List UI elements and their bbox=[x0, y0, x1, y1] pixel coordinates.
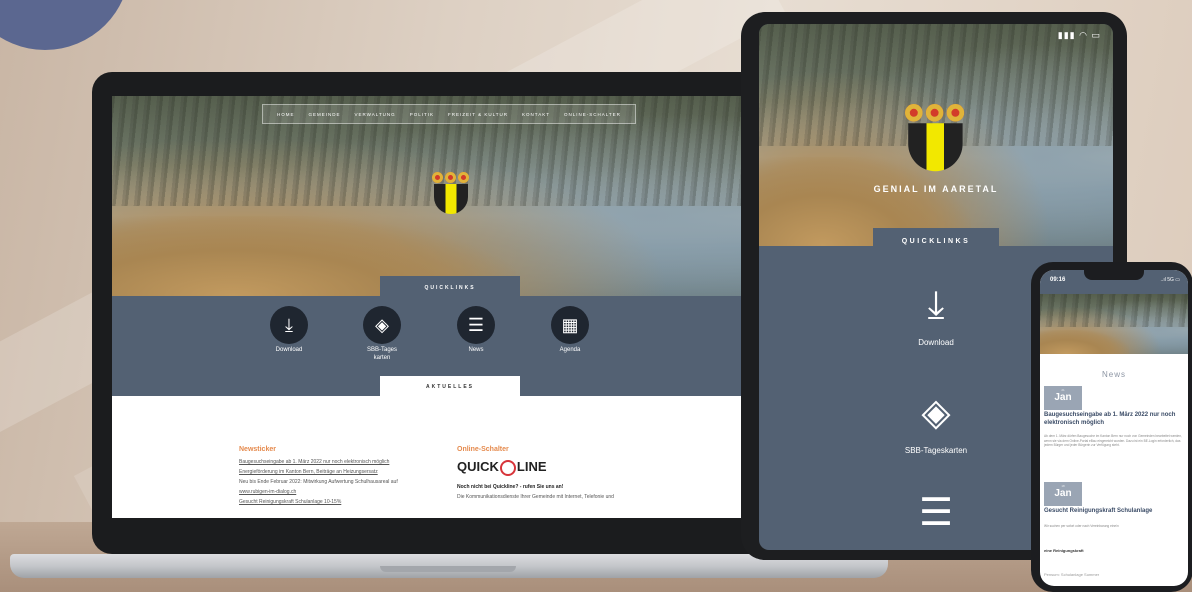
logo-text-left: QUICK bbox=[457, 459, 499, 474]
date-badge: 21 Jan bbox=[1044, 386, 1082, 410]
news-heading: News bbox=[1101, 370, 1126, 379]
logo-text-right: LINE bbox=[516, 459, 547, 474]
news-item-text: Ab dem 1. März dürfen Baugesuche im Kant… bbox=[1044, 434, 1182, 448]
newsticker-title: Newsticker bbox=[239, 446, 276, 453]
job-detail: Pensum: Schulanlage Summer bbox=[1044, 572, 1100, 577]
phone-screen: 09:16 ..ıl 5G ▭ News 21 Jan Baugesuchsei… bbox=[1040, 270, 1188, 586]
quicklink-label: Agenda bbox=[559, 347, 581, 353]
news-link[interactable]: Baugesuchseingabe ab 1. März 2022 nur no… bbox=[239, 459, 398, 465]
quicklink-agenda[interactable]: ▦ Agenda bbox=[545, 306, 595, 355]
date-month: Jan bbox=[1054, 488, 1072, 499]
hero-image bbox=[1040, 294, 1188, 354]
quicklink-news[interactable]: ☰ News bbox=[451, 306, 501, 355]
aktuelles-tab: AKTUELLES bbox=[380, 376, 520, 398]
quicklinks-tab: QUICKLINKS bbox=[873, 228, 999, 254]
decor-circle bbox=[0, 0, 130, 50]
status-bar: ▮▮▮ ◠ ▭ bbox=[1057, 30, 1101, 40]
slogan: GENIAL IM AARETAL bbox=[873, 184, 999, 194]
date-month: Jan bbox=[1054, 392, 1072, 403]
download-icon: ⤓ bbox=[270, 306, 308, 344]
date-day: 21 bbox=[1061, 388, 1065, 392]
news-link[interactable]: www.rubigen-im-dialog.ch bbox=[239, 489, 398, 495]
aktuelles-section bbox=[112, 396, 786, 518]
job-title: eine Reinigungskraft bbox=[1044, 548, 1084, 553]
news-item-title[interactable]: Gesucht Reinigungskraft Schulanlage bbox=[1044, 508, 1184, 516]
news-item-title[interactable]: Baugesuchseingabe ab 1. März 2022 nur no… bbox=[1044, 412, 1184, 428]
nav-item-gemeinde[interactable]: GEMEINDE bbox=[309, 112, 341, 117]
quicklink-label: SBB-Tageskarten bbox=[367, 347, 398, 361]
ticket-icon: ◈ bbox=[363, 306, 401, 344]
quicklink-download[interactable]: ⤓ Download bbox=[264, 306, 314, 355]
date-badge: 18 Jan bbox=[1044, 482, 1082, 506]
list-icon: ☰ bbox=[457, 306, 495, 344]
crest-logo[interactable] bbox=[432, 172, 469, 214]
laptop-opening-notch bbox=[380, 566, 516, 572]
laptop-screen: HOME GEMEINDE VERWALTUNG POLITIK FREIZEI… bbox=[112, 96, 786, 518]
main-navigation: HOME GEMEINDE VERWALTUNG POLITIK FREIZEI… bbox=[262, 104, 636, 124]
signal-indicator: ..ıl 5G ▭ bbox=[1160, 277, 1180, 283]
news-link[interactable]: Energieförderung im Kanton Bern, Beiträg… bbox=[239, 469, 398, 475]
news-link[interactable]: Gesucht Reinigungskraft Schulanlage 10-1… bbox=[239, 499, 398, 505]
quicklink-sbb-tageskarten[interactable]: ◈ SBB-Tageskarten bbox=[357, 306, 407, 363]
nav-item-verwaltung[interactable]: VERWALTUNG bbox=[355, 112, 396, 117]
quicklink-label: News bbox=[468, 347, 484, 353]
online-schalter-column: Online-Schalter QUICK LINE Noch nicht bei… bbox=[457, 446, 614, 504]
clock: 09:16 bbox=[1050, 277, 1066, 283]
nav-item-online-schalter[interactable]: ONLINE-SCHALTER bbox=[564, 112, 621, 117]
online-schalter-title: Online-Schalter bbox=[457, 446, 509, 453]
quicklinks-tab: QUICKLINKS bbox=[380, 276, 520, 300]
news-item-text: Wir suchen per sofort oder nach Vereinba… bbox=[1044, 524, 1119, 528]
quicklink-label: Download bbox=[275, 347, 303, 353]
quickline-logo[interactable]: QUICK LINE bbox=[457, 459, 614, 476]
nav-item-home[interactable]: HOME bbox=[277, 112, 295, 117]
nav-item-kontakt[interactable]: KONTAKT bbox=[522, 112, 550, 117]
newsticker-column: Newsticker Baugesuchseingabe ab 1. März … bbox=[239, 446, 398, 509]
news-text: Neu bis Ende Februar 2022: Mitwirkung Au… bbox=[239, 479, 398, 485]
nav-item-politik[interactable]: POLITIK bbox=[410, 112, 434, 117]
date-day: 18 bbox=[1061, 484, 1065, 488]
phone-notch bbox=[1084, 270, 1144, 280]
quickline-heading: Noch nicht bei Quickline? - rufen Sie un… bbox=[457, 483, 564, 490]
calendar-icon: ▦ bbox=[551, 306, 589, 344]
crest-logo[interactable] bbox=[905, 104, 965, 172]
quickline-text: Die Kommunikationsdienste Ihrer Gemeinde… bbox=[457, 493, 614, 500]
nav-item-freizeit[interactable]: FREIZEIT & KULTUR bbox=[448, 112, 508, 117]
